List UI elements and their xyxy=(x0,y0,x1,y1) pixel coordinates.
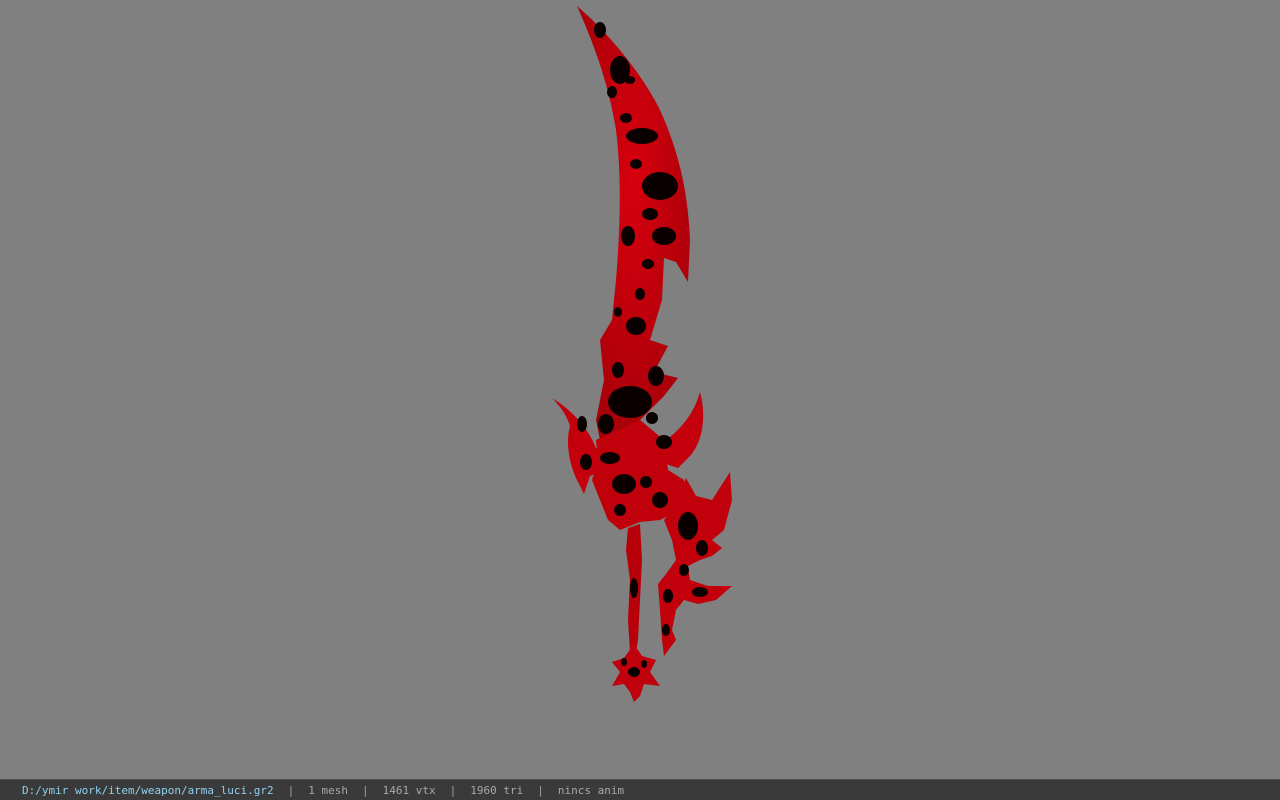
animation-status: nincs anim xyxy=(557,783,625,797)
sword-blade xyxy=(577,6,690,440)
3d-viewport[interactable] xyxy=(0,0,1280,779)
separator: | xyxy=(287,783,295,797)
vertex-count: 1461 vtx xyxy=(382,783,436,797)
status-bar: D:/ymir work/item/weapon/arma_luci.gr2 |… xyxy=(0,779,1280,800)
separator: | xyxy=(362,783,369,797)
triangle-count: 1960 tri xyxy=(470,783,524,797)
sword-model[interactable] xyxy=(0,0,1280,779)
mesh-count: 1 mesh xyxy=(308,783,349,797)
separator: | xyxy=(537,783,544,797)
file-path: D:/ymir work/item/weapon/arma_luci.gr2 xyxy=(22,783,274,797)
separator: | xyxy=(449,783,457,797)
